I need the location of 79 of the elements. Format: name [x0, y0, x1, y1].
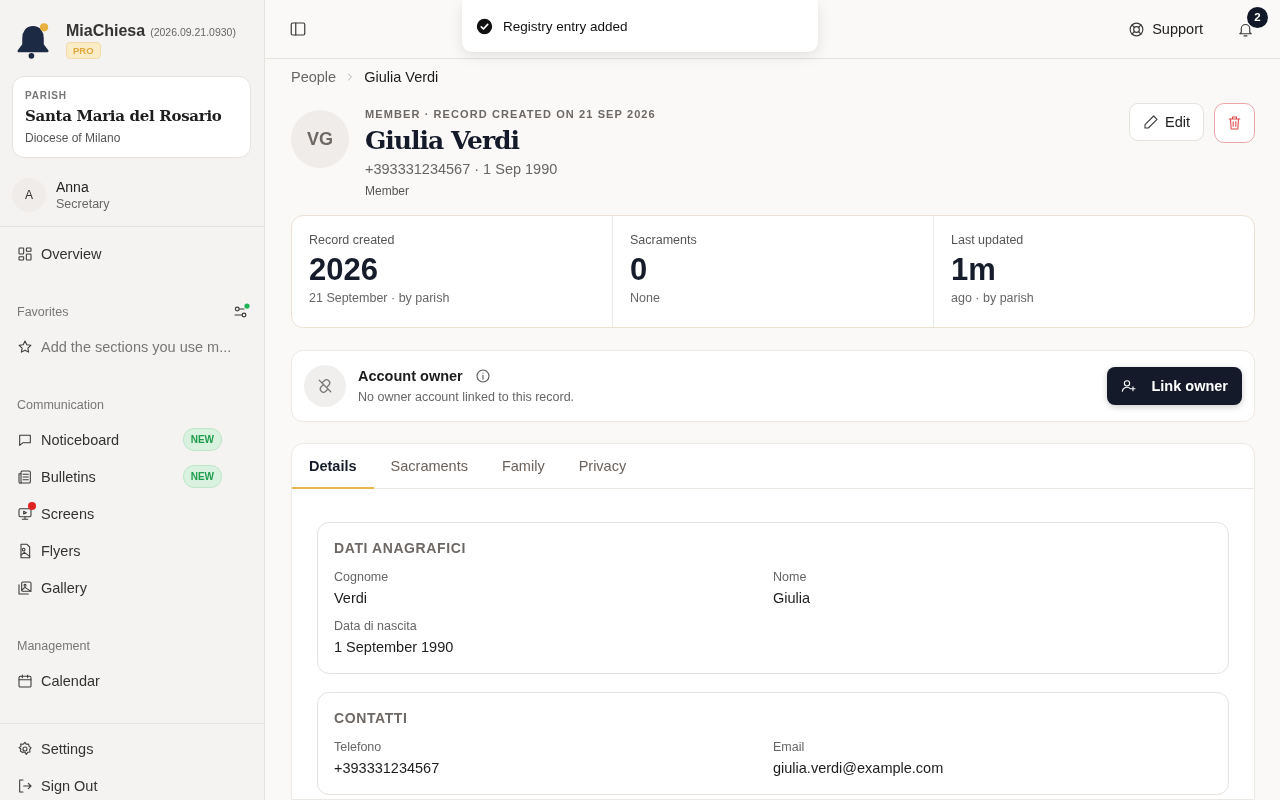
user-name: Anna [56, 179, 90, 195]
nav-item[interactable]: Bulletins NEW [0, 458, 264, 495]
stat-value: 1m [951, 252, 997, 288]
gallery-icon [17, 579, 33, 596]
newspaper-icon [17, 468, 33, 485]
role-text: Member [365, 184, 410, 198]
monitor-icon [17, 505, 33, 522]
person-name: Giulia Verdi [365, 126, 521, 155]
field-label: Data di nascita [334, 619, 418, 633]
field-value: 1 September 1990 [334, 639, 455, 655]
field-value: Verdi [334, 590, 369, 606]
stat-value: 2026 [309, 252, 379, 288]
lifebuoy-icon [1128, 20, 1146, 38]
notification-count: 2 [1247, 6, 1268, 28]
diocese-text: Diocese of Milano [25, 131, 122, 145]
owner-title: Account owner [358, 368, 463, 384]
nav-item[interactable]: Screens [0, 495, 264, 532]
section-heading: Favorites [17, 305, 69, 319]
nav-item[interactable]: Calendar [0, 662, 264, 699]
nav-item[interactable]: Noticeboard NEW [0, 421, 264, 458]
tab[interactable]: Sacraments [373, 444, 485, 489]
tab[interactable]: Family [484, 444, 562, 489]
field-value: giulia.verdi@example.com [773, 760, 945, 776]
field-value: Giulia [773, 590, 812, 606]
profile-avatar: VG [291, 110, 349, 168]
app-name: MiaChiesa [66, 22, 146, 40]
contact-line: +393331234567 · 1 Sep 1990 [365, 161, 559, 177]
image-file-icon [17, 542, 33, 559]
owner-text: No owner account linked to this record. [358, 390, 576, 404]
nav-item[interactable]: Settings [0, 730, 264, 767]
pencil-icon [1143, 114, 1159, 130]
stat-note: 21 September · by parish [309, 291, 451, 305]
version-text: (2026.09.21.0930) [150, 26, 236, 38]
star-icon [17, 338, 33, 355]
user-avatar: A [12, 178, 46, 212]
breadcrumb-current: Giulia Verdi [364, 69, 439, 85]
parish-label: PARISH [25, 90, 68, 101]
user-role: Secretary [56, 197, 110, 211]
add-user-icon [1121, 378, 1138, 394]
breadcrumb-link[interactable]: People [291, 69, 337, 85]
record-meta: MEMBER · RECORD CREATED ON 21 SEP 2026 [365, 108, 657, 120]
section-title: DATI ANAGRAFICI [334, 540, 467, 556]
field-label: Telefono [334, 740, 383, 754]
toast-message: Registry entry added [503, 18, 628, 34]
info-icon[interactable] [474, 368, 491, 384]
section-heading: Management [17, 639, 90, 653]
favorites-text: Add the sections you use m... [41, 338, 232, 355]
field-label: Nome [773, 570, 808, 584]
section-heading: Communication [17, 398, 104, 412]
plan-badge: PRO [66, 42, 101, 59]
stat-label: Sacraments [630, 233, 698, 247]
edit-button[interactable]: Edit [1129, 103, 1204, 141]
stat-value: 0 [630, 252, 649, 288]
field-value: +393331234567 [334, 760, 441, 776]
stat-note: ago · by parish [951, 291, 1035, 305]
nav-item[interactable]: Sign Out [0, 767, 264, 800]
parish-name: Santa Maria del Rosario [25, 107, 223, 125]
field-label: Email [773, 740, 806, 754]
unlinked-icon [304, 365, 346, 407]
new-badge: NEW [182, 428, 222, 451]
sign-out-icon [17, 777, 33, 794]
field-label: Cognome [334, 570, 390, 584]
stat-note: None [630, 291, 661, 305]
nav-item[interactable]: Flyers [0, 532, 264, 569]
check-icon [476, 17, 493, 35]
stat-label: Last updated [951, 233, 1025, 247]
section-title: CONTATTI [334, 710, 409, 726]
grid-icon [17, 245, 33, 262]
nav-item[interactable]: Gallery [0, 569, 264, 606]
new-badge: NEW [182, 465, 222, 488]
settings-icon [17, 740, 33, 757]
stat-label: Record created [309, 233, 396, 247]
calendar-icon [17, 672, 33, 689]
link-owner-button[interactable]: Link owner [1107, 367, 1242, 405]
support-button[interactable]: Support [1124, 16, 1207, 42]
tab[interactable]: Details [292, 444, 374, 489]
nav-item[interactable]: Overview [0, 235, 264, 272]
tab[interactable]: Privacy [561, 444, 644, 489]
sidebar-toggle-icon[interactable] [289, 20, 307, 38]
